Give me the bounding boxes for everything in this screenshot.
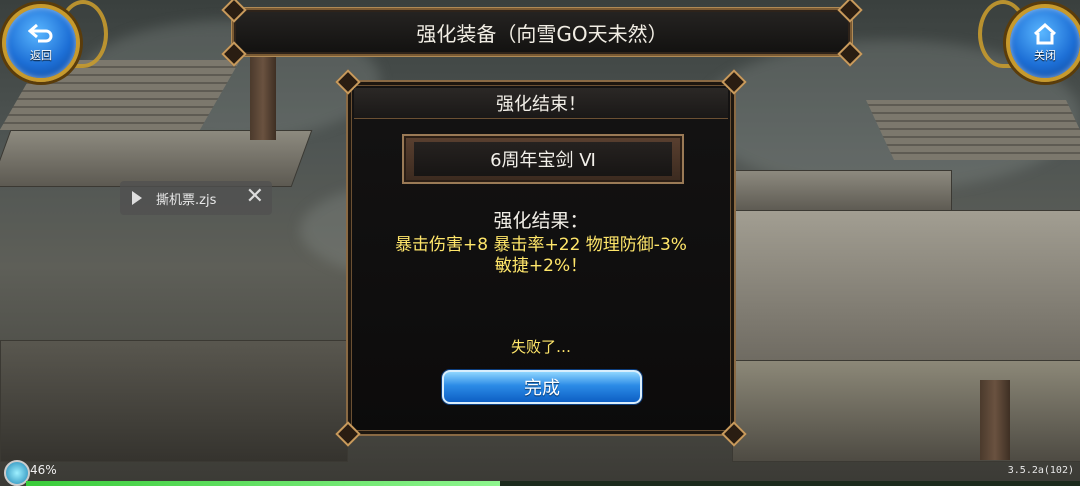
done-button[interactable]: 完成 <box>442 370 642 404</box>
dialog-title-text: 强化结束！ <box>496 94 586 115</box>
close-button-label: 关闭 <box>1034 49 1056 62</box>
done-button-label: 完成 <box>524 378 560 399</box>
play-icon <box>132 191 142 205</box>
back-button[interactable]: 返回 <box>2 4 80 82</box>
page-title: 强化装备（向雪GO天未然） <box>416 21 668 46</box>
dialog-title: 强化结束！ <box>354 88 728 119</box>
item-name-frame: 6周年宝剑 Ⅵ <box>402 134 684 184</box>
close-button[interactable]: 关闭 <box>1006 4 1080 82</box>
home-icon <box>1033 23 1057 45</box>
experience-bar <box>26 481 1080 486</box>
back-button-label: 返回 <box>30 49 52 62</box>
fail-message: 失败了… <box>510 338 571 356</box>
result-heading: 强化结果： <box>493 210 589 232</box>
battery-percent: 46% <box>30 463 57 477</box>
experience-bar-fill <box>26 481 501 486</box>
version-label: 3.5.2a(102) <box>1007 465 1074 476</box>
enhance-result-dialog: 强化结束！ 6周年宝剑 Ⅵ 强化结果： 暴击伤害+8 暴击率+22 物理防御-3… <box>335 69 747 447</box>
toast-notification[interactable]: 撕机票.zjs ✕ <box>120 181 272 215</box>
toast-text: 撕机票.zjs <box>156 192 217 208</box>
item-name: 6周年宝剑 Ⅵ <box>490 150 596 171</box>
result-stats-line-2: 敏捷+2%！ <box>494 256 588 276</box>
toast-close-icon[interactable]: ✕ <box>246 185 264 209</box>
title-bar: 强化装备（向雪GO天未然） <box>221 0 863 67</box>
back-arrow-icon <box>28 23 53 43</box>
